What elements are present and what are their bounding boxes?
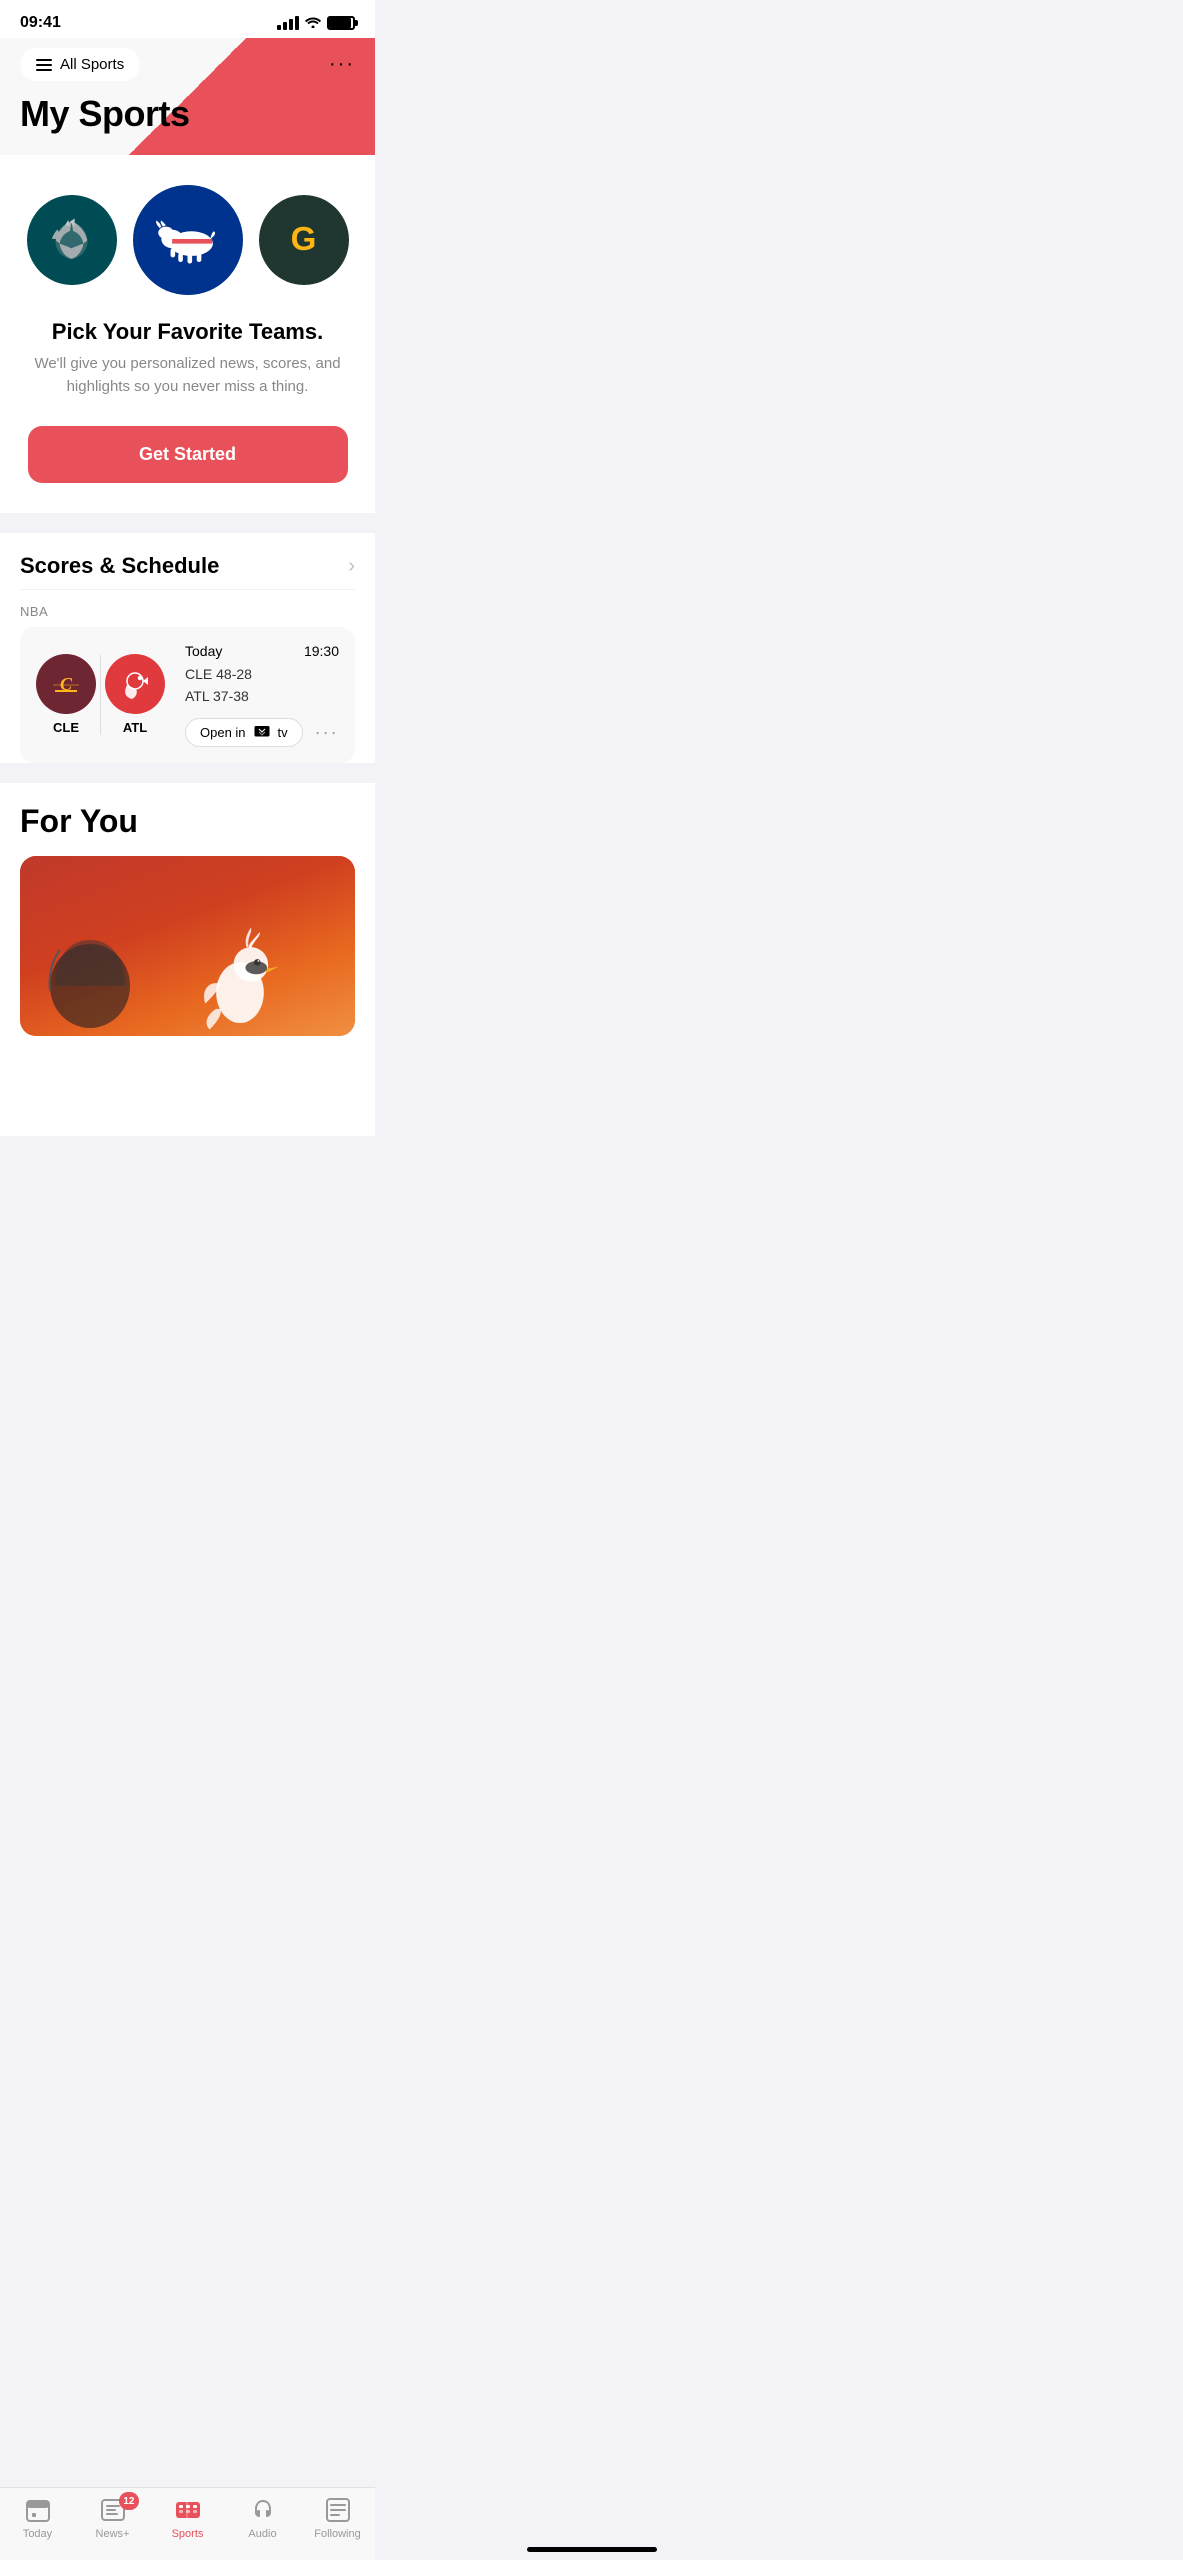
page-title: My Sports bbox=[20, 93, 355, 135]
team-eagles bbox=[27, 195, 117, 285]
home-indicator bbox=[527, 2547, 657, 2552]
team-divider bbox=[100, 655, 101, 735]
wifi-icon bbox=[305, 15, 321, 31]
team-packers: G bbox=[259, 195, 349, 285]
scores-title: Scores & Schedule bbox=[20, 553, 219, 579]
svg-text:G: G bbox=[291, 220, 317, 257]
pick-title: Pick Your Favorite Teams. bbox=[52, 319, 323, 345]
battery-icon bbox=[327, 16, 355, 30]
tab-audio[interactable]: Audio bbox=[225, 2496, 300, 2540]
bills-logo bbox=[133, 185, 243, 295]
get-started-button[interactable]: Get Started bbox=[28, 426, 348, 483]
scores-chevron[interactable]: › bbox=[348, 555, 355, 578]
team-logos: G bbox=[27, 185, 349, 295]
game-info: Today 19:30 CLE 48-28ATL 37-38 Open in t… bbox=[185, 643, 339, 747]
tab-audio-label: Audio bbox=[248, 2528, 276, 2540]
tab-following[interactable]: Following bbox=[300, 2496, 375, 2540]
signal-icon bbox=[277, 16, 299, 30]
audio-icon bbox=[249, 2496, 277, 2524]
pick-desc: We'll give you personalized news, scores… bbox=[28, 353, 348, 398]
game-more-button[interactable]: ··· bbox=[315, 722, 339, 743]
sports-icon bbox=[174, 2496, 202, 2524]
tab-newsplus[interactable]: 12 News+ bbox=[75, 2496, 150, 2540]
league-label: NBA bbox=[20, 590, 355, 627]
tab-today[interactable]: Today bbox=[0, 2496, 75, 2540]
tab-bar: Today 12 News+ bbox=[0, 2487, 375, 2560]
eagles-logo bbox=[27, 195, 117, 285]
tab-following-label: Following bbox=[314, 2528, 360, 2540]
header-top: All Sports ··· bbox=[20, 48, 355, 81]
for-you-image bbox=[20, 856, 355, 1036]
status-time: 09:41 bbox=[20, 14, 61, 32]
teams-section: G Pick Your Favorite Teams. We'll give y… bbox=[0, 155, 375, 513]
teams-container: C CLE bbox=[36, 654, 165, 735]
tab-newsplus-label: News+ bbox=[96, 2528, 130, 2540]
for-you-title: For You bbox=[20, 783, 355, 856]
atl-label: ATL bbox=[123, 720, 147, 735]
tab-sports[interactable]: Sports bbox=[150, 2496, 225, 2540]
game-time: 19:30 bbox=[304, 643, 339, 659]
team-bills bbox=[133, 185, 243, 295]
following-icon bbox=[324, 2496, 352, 2524]
team-cle: C CLE bbox=[36, 654, 96, 735]
tab-sports-label: Sports bbox=[172, 2528, 204, 2540]
more-button[interactable]: ··· bbox=[329, 53, 355, 76]
packers-logo: G bbox=[259, 195, 349, 285]
game-date: Today bbox=[185, 643, 222, 659]
newsplus-badge: 12 bbox=[119, 2492, 138, 2510]
scores-section: Scores & Schedule › NBA C CLE bbox=[0, 533, 375, 763]
for-you-section: For You bbox=[0, 783, 375, 1136]
game-time-row: Today 19:30 bbox=[185, 643, 339, 659]
header: All Sports ··· My Sports bbox=[0, 38, 375, 155]
cavs-logo: C bbox=[36, 654, 96, 714]
status-bar: 09:41 bbox=[0, 0, 375, 38]
team-atl: ATL bbox=[105, 654, 165, 735]
hamburger-icon bbox=[36, 59, 52, 71]
all-sports-label: All Sports bbox=[60, 56, 124, 73]
all-sports-button[interactable]: All Sports bbox=[20, 48, 140, 81]
game-card: C CLE bbox=[20, 627, 355, 763]
scores-header: Scores & Schedule › bbox=[20, 533, 355, 590]
status-icons bbox=[277, 15, 355, 31]
tab-today-label: Today bbox=[23, 2528, 52, 2540]
team-records: CLE 48-28ATL 37-38 bbox=[185, 663, 339, 708]
cle-label: CLE bbox=[53, 720, 79, 735]
today-icon bbox=[24, 2496, 52, 2524]
open-in-tv-button[interactable]: Open in tv bbox=[185, 718, 303, 747]
hawks-logo bbox=[105, 654, 165, 714]
game-actions: Open in tv ··· bbox=[185, 718, 339, 747]
